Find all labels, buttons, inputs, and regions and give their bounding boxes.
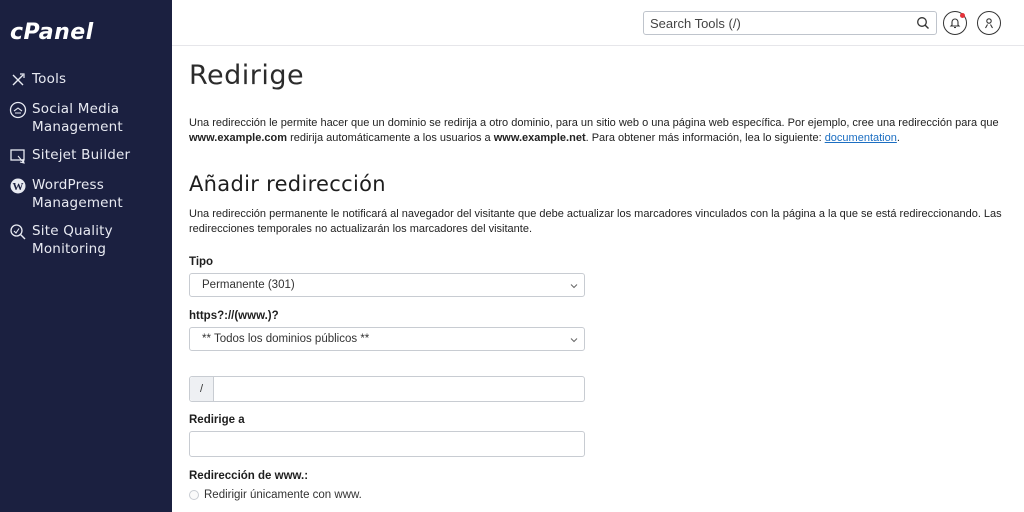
search-placeholder: Search Tools (/) — [650, 16, 741, 31]
domain-select[interactable]: ** Todos los dominios públicos ** — [189, 327, 585, 351]
svg-text:W: W — [13, 181, 24, 193]
search-icon[interactable] — [916, 16, 930, 30]
sidebar-item-social-media[interactable]: Social Media Management — [0, 100, 172, 136]
site-quality-icon — [8, 222, 28, 242]
radio-label: Redirigir únicamente con www. — [204, 489, 362, 501]
search-input[interactable]: Search Tools (/) — [643, 11, 937, 35]
social-media-icon — [8, 100, 28, 120]
intro-part: redirija automáticamente a los usuarios … — [287, 132, 494, 144]
wordpress-icon: W — [8, 176, 28, 196]
sitejet-icon — [8, 146, 28, 166]
intro-text: Una redirección le permite hacer que un … — [189, 116, 1009, 146]
section-title: Añadir redirección — [189, 172, 386, 196]
domain-label: https?://(www.)? — [189, 310, 279, 322]
intro-part: . Para obtener más información, lea lo s… — [585, 132, 825, 144]
user-menu-button[interactable] — [977, 11, 1001, 35]
sidebar-item-sitejet[interactable]: Sitejet Builder — [0, 146, 172, 166]
cpanel-logo[interactable]: cPanel — [10, 20, 94, 45]
intro-part: Una redirección le permite hacer que un … — [189, 117, 999, 129]
chevron-down-icon — [570, 338, 578, 343]
example-domain-2: www.example.net — [493, 132, 586, 144]
path-input-group: / — [189, 376, 585, 402]
redirect-to-label: Redirige a — [189, 414, 245, 426]
sidebar-item-site-quality[interactable]: Site Quality Monitoring — [0, 222, 172, 258]
chevron-down-icon — [570, 284, 578, 289]
sidebar-item-tools[interactable]: Tools — [0, 70, 172, 90]
documentation-link[interactable]: documentation — [825, 132, 897, 144]
www-redirect-label: Redirección de www.: — [189, 470, 309, 482]
path-input[interactable] — [216, 377, 582, 401]
type-select[interactable]: Permanente (301) — [189, 273, 585, 297]
example-domain-1: www.example.com — [189, 132, 288, 144]
sidebar-item-label: Tools — [32, 71, 67, 87]
sidebar-item-label: Sitejet Builder — [32, 147, 131, 163]
www-option-only-www[interactable]: Redirigir únicamente con www. — [189, 489, 362, 501]
notification-dot — [960, 13, 965, 18]
type-label: Tipo — [189, 256, 214, 268]
intro-part: . — [896, 132, 900, 144]
radio-button[interactable] — [189, 490, 199, 500]
sidebar-nav: Tools Social Media Management Sitejet Bu… — [0, 70, 172, 268]
notifications-button[interactable] — [943, 11, 967, 35]
sidebar-item-wordpress[interactable]: W WordPress Management — [0, 176, 172, 212]
domain-selected-value: ** Todos los dominios públicos ** — [202, 333, 370, 345]
sidebar: cPanel Tools Social Media Management Sit… — [0, 0, 172, 512]
type-selected-value: Permanente (301) — [202, 279, 295, 291]
redirect-to-input[interactable] — [189, 431, 585, 457]
section-description: Una redirección permanente le notificará… — [189, 208, 1002, 235]
bell-icon — [949, 18, 961, 29]
user-icon — [985, 18, 993, 29]
top-bar: Search Tools (/) — [172, 0, 1024, 46]
sidebar-item-label: WordPress Management — [32, 177, 123, 211]
main-content: Redirige Una redirección le permite hace… — [189, 60, 1009, 501]
sidebar-item-label: Site Quality Monitoring — [32, 223, 113, 257]
sidebar-item-label: Social Media Management — [32, 101, 123, 135]
path-prefix: / — [190, 377, 214, 401]
tools-icon — [8, 70, 28, 90]
page-title: Redirige — [189, 60, 305, 91]
